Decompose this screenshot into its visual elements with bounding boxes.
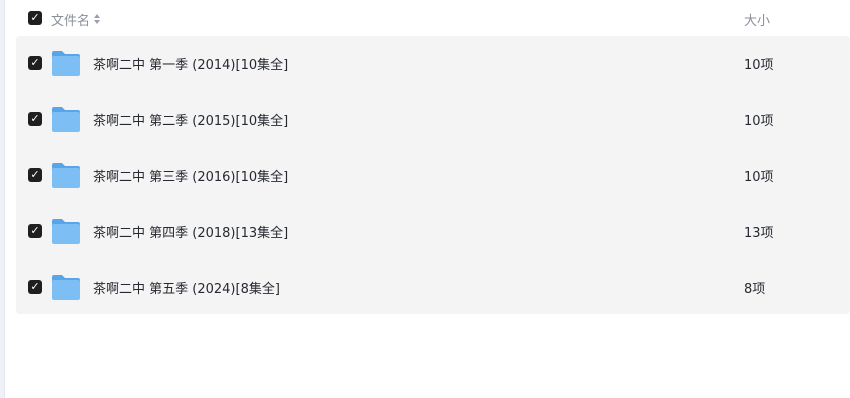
size-column-header[interactable]: 大小 bbox=[744, 10, 770, 29]
folder-icon bbox=[52, 275, 80, 300]
file-rows: ✓ 茶啊二中 第一季 (2014)[10集全] 10项 ✓ 茶啊二中 第二季 (… bbox=[16, 36, 850, 314]
row-checkbox[interactable]: ✓ bbox=[28, 280, 42, 294]
file-size: 10项 bbox=[744, 170, 774, 185]
folder-icon bbox=[52, 219, 80, 244]
row-checkbox[interactable]: ✓ bbox=[28, 224, 42, 238]
folder-icon bbox=[52, 51, 80, 76]
file-name[interactable]: 茶啊二中 第一季 (2014)[10集全] bbox=[93, 54, 288, 73]
row-checkbox[interactable]: ✓ bbox=[28, 112, 42, 126]
file-list: ✓ 文件名 大小 ✓ 茶啊二中 第一季 (2014)[10集全] 10项 ✓ 茶 bbox=[16, 0, 850, 398]
list-item[interactable]: ✓ 茶啊二中 第二季 (2015)[10集全] 10项 bbox=[16, 92, 850, 148]
sort-icon[interactable] bbox=[94, 13, 102, 26]
file-name[interactable]: 茶啊二中 第三季 (2016)[10集全] bbox=[93, 166, 288, 185]
list-header: ✓ 文件名 大小 bbox=[16, 0, 850, 36]
file-size: 13项 bbox=[744, 226, 774, 241]
row-checkbox[interactable]: ✓ bbox=[28, 168, 42, 182]
folder-icon bbox=[52, 163, 80, 188]
list-item[interactable]: ✓ 茶啊二中 第一季 (2014)[10集全] 10项 bbox=[16, 36, 850, 92]
file-name[interactable]: 茶啊二中 第二季 (2015)[10集全] bbox=[93, 110, 288, 129]
name-column-header[interactable]: 文件名 bbox=[51, 10, 102, 29]
left-panel-edge bbox=[0, 0, 5, 398]
file-name[interactable]: 茶啊二中 第四季 (2018)[13集全] bbox=[93, 222, 288, 241]
row-checkbox[interactable]: ✓ bbox=[28, 56, 42, 70]
file-size: 10项 bbox=[744, 114, 774, 129]
list-item[interactable]: ✓ 茶啊二中 第三季 (2016)[10集全] 10项 bbox=[16, 148, 850, 204]
list-item[interactable]: ✓ 茶啊二中 第五季 (2024)[8集全] 8项 bbox=[16, 260, 850, 316]
name-column-label: 文件名 bbox=[51, 14, 91, 29]
select-all-checkbox[interactable]: ✓ bbox=[28, 11, 42, 25]
folder-icon bbox=[52, 107, 80, 132]
file-name[interactable]: 茶啊二中 第五季 (2024)[8集全] bbox=[93, 278, 280, 297]
file-size: 10项 bbox=[744, 58, 774, 73]
file-size: 8项 bbox=[744, 282, 766, 297]
list-item[interactable]: ✓ 茶啊二中 第四季 (2018)[13集全] 13项 bbox=[16, 204, 850, 260]
